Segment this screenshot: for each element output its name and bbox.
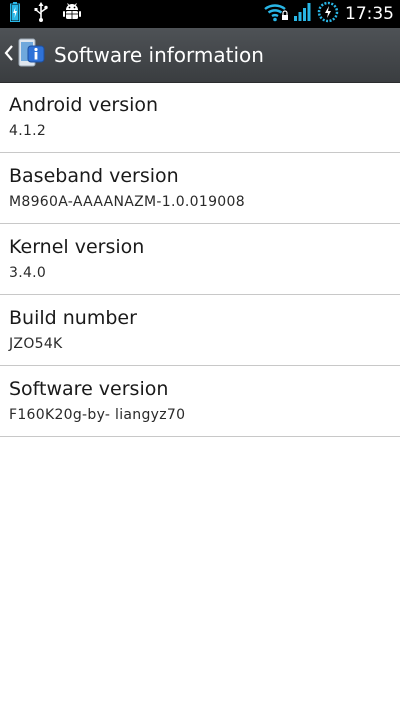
item-value: JZO54K xyxy=(9,336,63,352)
action-bar: Software information xyxy=(0,28,400,83)
chevron-left-icon xyxy=(4,45,14,65)
item-value: M8960A-AAAANAZM-1.0.019008 xyxy=(9,194,245,210)
battery-charging-icon xyxy=(10,2,20,26)
list-item-build-number[interactable]: Build number JZO54K xyxy=(0,295,400,366)
item-label: Software version xyxy=(9,378,169,400)
status-bar: 17:35 xyxy=(0,0,400,28)
list-item-kernel-version[interactable]: Kernel version 3.4.0 xyxy=(0,224,400,295)
item-value: F160K20g-by- liangyz70 xyxy=(9,407,186,423)
notification-icons xyxy=(10,2,82,26)
software-info-icon xyxy=(14,37,46,73)
item-label: Kernel version xyxy=(9,236,145,258)
list-item-software-version[interactable]: Software version F160K20g-by- liangyz70 xyxy=(0,366,400,437)
list-item-baseband-version[interactable]: Baseband version M8960A-AAAANAZM-1.0.019… xyxy=(0,153,400,224)
item-label: Baseband version xyxy=(9,165,179,187)
android-debug-icon xyxy=(62,2,82,26)
item-value: 3.4.0 xyxy=(9,265,47,281)
item-label: Android version xyxy=(9,94,159,116)
usb-icon xyxy=(34,2,48,26)
item-label: Build number xyxy=(9,307,137,329)
page-title: Software information xyxy=(54,43,264,67)
back-button[interactable] xyxy=(0,28,46,82)
list-item-android-version[interactable]: Android version 4.1.2 xyxy=(0,82,400,153)
signal-icon xyxy=(293,2,313,26)
system-icons: 17:35 xyxy=(263,1,394,27)
software-info-list: Android version 4.1.2 Baseband version M… xyxy=(0,82,400,437)
item-value: 4.1.2 xyxy=(9,123,47,139)
wifi-icon xyxy=(263,2,289,26)
clock: 17:35 xyxy=(345,4,394,24)
charging-ring-icon xyxy=(317,1,339,27)
